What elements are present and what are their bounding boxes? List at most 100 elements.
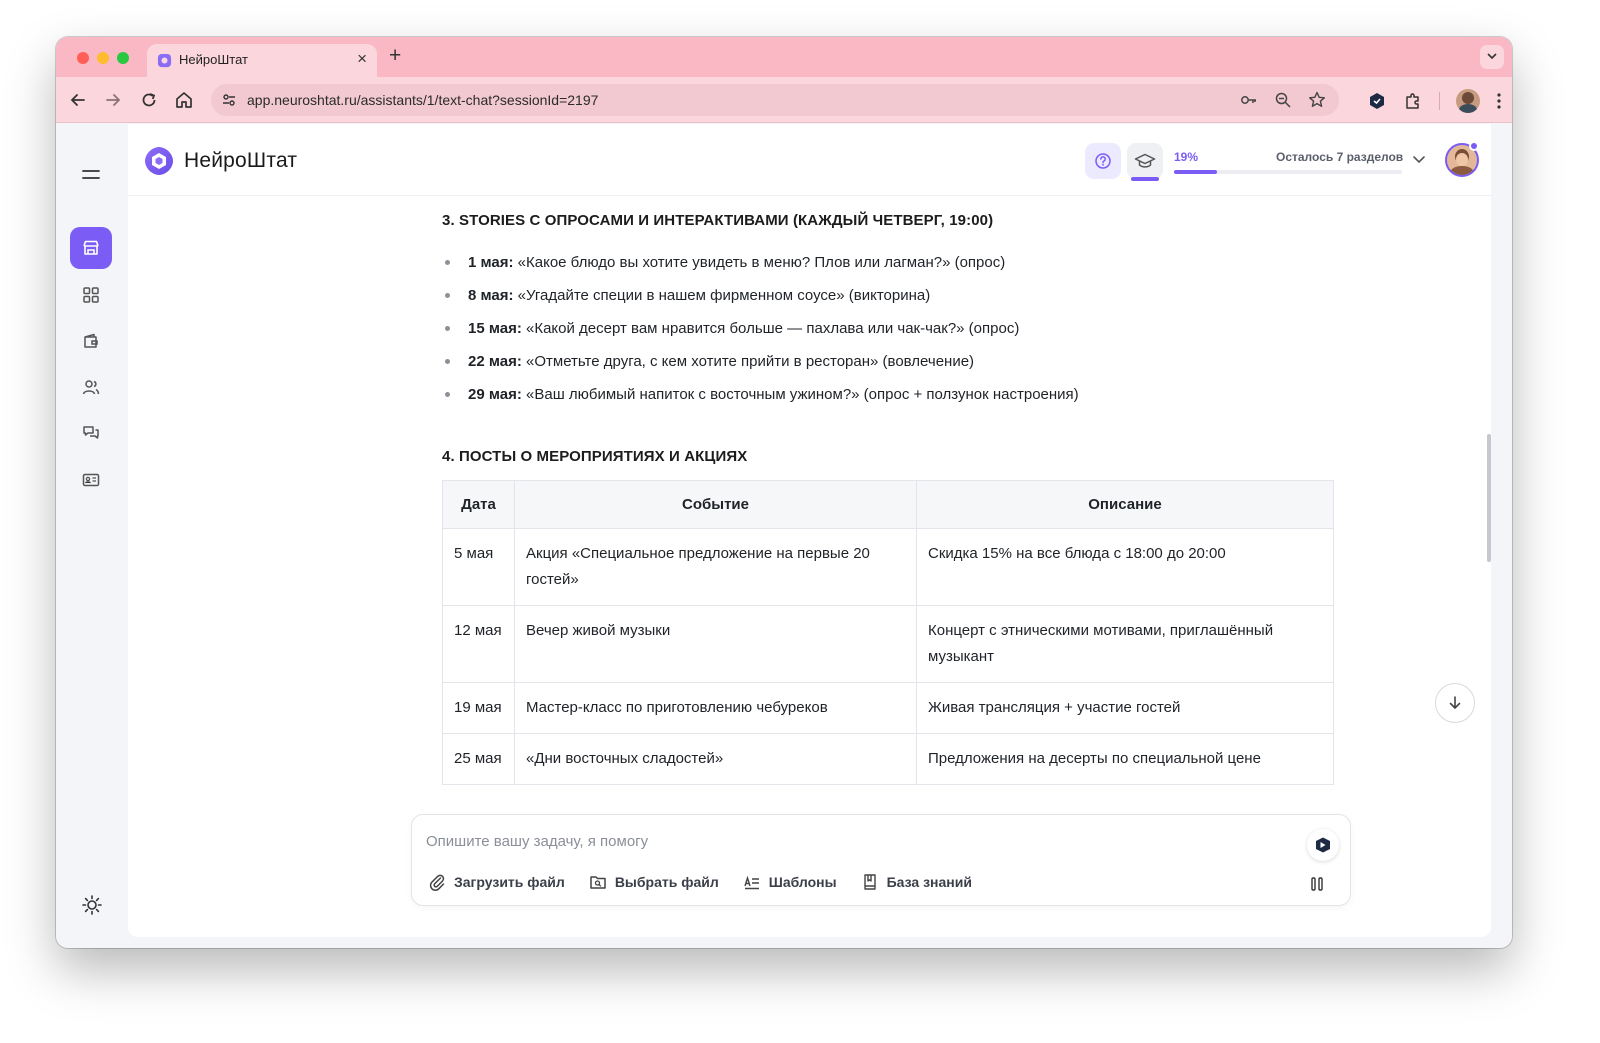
browser-tab[interactable]: НейроШтат × [147,44,377,77]
education-active-indicator [1131,177,1159,181]
users-icon [82,380,100,395]
choose-file-button[interactable]: Выбрать файл [589,873,719,891]
folder-search-icon [590,876,606,889]
list-item-date: 29 мая: [468,386,522,403]
table-cell: Предложения на десерты по специальной це… [916,733,1334,785]
message-composer: Загрузить файл Выбрать файл Шаблоны База… [411,814,1351,906]
list-item: 22 мая: «Отметьте друга, с кем хотите пр… [442,345,1079,378]
grid-icon [83,287,99,303]
sidebar-item-chats[interactable] [70,412,112,454]
list-item-date: 22 мая: [468,353,522,370]
home-icon[interactable] [173,89,195,111]
table-cell: 5 мая [442,528,515,606]
tab-close-button[interactable]: × [357,49,367,69]
list-item: 8 мая: «Угадайте специи в нашем фирменно… [442,279,1079,312]
app-root: НейроШтат 19% Осталось 7 разделов 3. STO… [56,124,1512,948]
browser-window: НейроШтат × + app.neuroshtat.ru/assistan… [56,37,1512,948]
table-cell: 12 мая [442,605,515,683]
graduation-cap-icon [1134,153,1156,168]
progress-bar-fill [1174,170,1218,174]
key-icon[interactable] [1239,90,1259,110]
chevron-down-icon[interactable] [1412,152,1426,166]
table-cell: «Дни восточных сладостей» [514,733,917,785]
section-heading: 3. STORIES С ОПРОСАМИ И ИНТЕРАКТИВАМИ (К… [442,212,994,229]
message-input[interactable] [426,829,1286,853]
question-circle-icon [1095,153,1111,169]
chevron-down-icon [1487,53,1497,60]
profile-avatar[interactable] [1456,89,1480,113]
neuroshtat-favicon-icon [157,53,172,68]
choose-file-label: Выбрать файл [614,874,719,890]
main-panel: НейроШтат 19% Осталось 7 разделов 3. STO… [128,124,1491,937]
table-cell: Акция «Специальное предложение на первые… [514,528,917,606]
back-arrow-icon[interactable] [67,89,89,111]
address-bar[interactable]: app.neuroshtat.ru/assistants/1/text-chat… [211,84,1339,116]
arrow-down-icon [1449,696,1461,710]
templates-button[interactable]: Шаблоны [743,873,837,891]
templates-icon [744,875,759,890]
scroll-to-bottom-button[interactable] [1435,683,1475,723]
column-header-description: Описание [916,480,1334,529]
send-button[interactable] [1307,829,1339,861]
menu-hamburger-icon[interactable] [82,168,100,182]
list-item-text: «Какой десерт вам нравится больше — пахл… [521,320,1020,337]
sidebar-item-profile-card[interactable] [70,459,112,501]
sidebar-item-dashboard[interactable] [70,274,112,316]
sidebar-item-wallet[interactable] [70,320,112,362]
table-cell: 25 мая [442,733,515,785]
minimize-window-button[interactable] [97,52,109,64]
tab-search-button[interactable] [1480,45,1504,69]
column-header-event: Событие [514,480,917,529]
list-item-date: 8 мая: [468,287,514,304]
wallet-icon [84,333,98,348]
site-settings-icon[interactable] [221,92,237,108]
reload-icon[interactable] [138,89,160,111]
sun-theme-icon[interactable] [81,894,103,916]
events-table: Дата Событие Описание 5 мая Акция «Специ… [442,480,1334,785]
knowledge-base-button[interactable]: База знаний [861,873,972,891]
close-window-button[interactable] [77,52,89,64]
store-icon [83,240,99,255]
progress-percent: 19% [1174,150,1199,164]
stories-list: 1 мая: «Какое блюдо вы хотите увидеть в … [442,246,1079,411]
help-button[interactable] [1085,143,1121,179]
forward-arrow-icon[interactable] [102,89,124,111]
new-tab-button[interactable]: + [389,45,401,66]
zoom-icon[interactable] [1273,90,1293,110]
tab-strip: НейроШтат × + [56,37,1512,77]
neuroshtat-logo-icon [145,147,173,175]
section-heading: 4. ПОСТЫ О МЕРОПРИЯТИЯХ И АКЦИЯХ [442,448,748,465]
list-item: 15 мая: «Какой десерт вам нравится больш… [442,312,1079,345]
scrollbar-thumb[interactable] [1487,434,1491,562]
sidebar-item-store[interactable] [70,227,112,269]
upload-file-button[interactable]: Загрузить файл [428,873,565,891]
table-row: 12 мая Вечер живой музыки Концерт с этни… [442,605,1334,683]
id-card-icon [82,473,100,487]
progress-remaining: Осталось 7 разделов [1276,150,1404,164]
sidebar [56,124,128,948]
table-cell: Концерт с этническими мотивами, приглашё… [916,605,1334,683]
list-item-text: «Какое блюдо вы хотите увидеть в меню? П… [513,254,1006,271]
table-cell: Скидка 15% на все блюда с 18:00 до 20:00 [916,528,1334,606]
table-row: 5 мая Акция «Специальное предложение на … [442,528,1334,606]
extensions-puzzle-icon[interactable] [1403,91,1423,111]
bookmark-star-icon[interactable] [1307,90,1327,110]
knowledge-base-label: База знаний [886,874,972,890]
extension-shield-icon[interactable] [1367,91,1387,111]
notification-dot [1469,141,1479,151]
book-icon [863,874,876,890]
education-button[interactable] [1127,143,1163,179]
column-header-date: Дата [442,480,515,529]
sidebar-item-users[interactable] [70,366,112,408]
brand-name: НейроШтат [184,149,298,172]
list-item-text: «Угадайте специи в нашем фирменном соусе… [513,287,931,304]
maximize-window-button[interactable] [117,52,129,64]
voice-input-icon[interactable] [1308,875,1326,893]
more-menu-icon[interactable] [1496,91,1502,111]
table-row: 19 мая Мастер-класс по приготовлению чеб… [442,682,1334,734]
send-shield-icon [1316,837,1330,853]
progress-bar [1174,170,1402,174]
list-item-date: 1 мая: [468,254,514,271]
table-row: 25 мая «Дни восточных сладостей» Предлож… [442,733,1334,785]
list-item-text: «Ваш любимый напиток с восточным ужином?… [521,386,1079,403]
